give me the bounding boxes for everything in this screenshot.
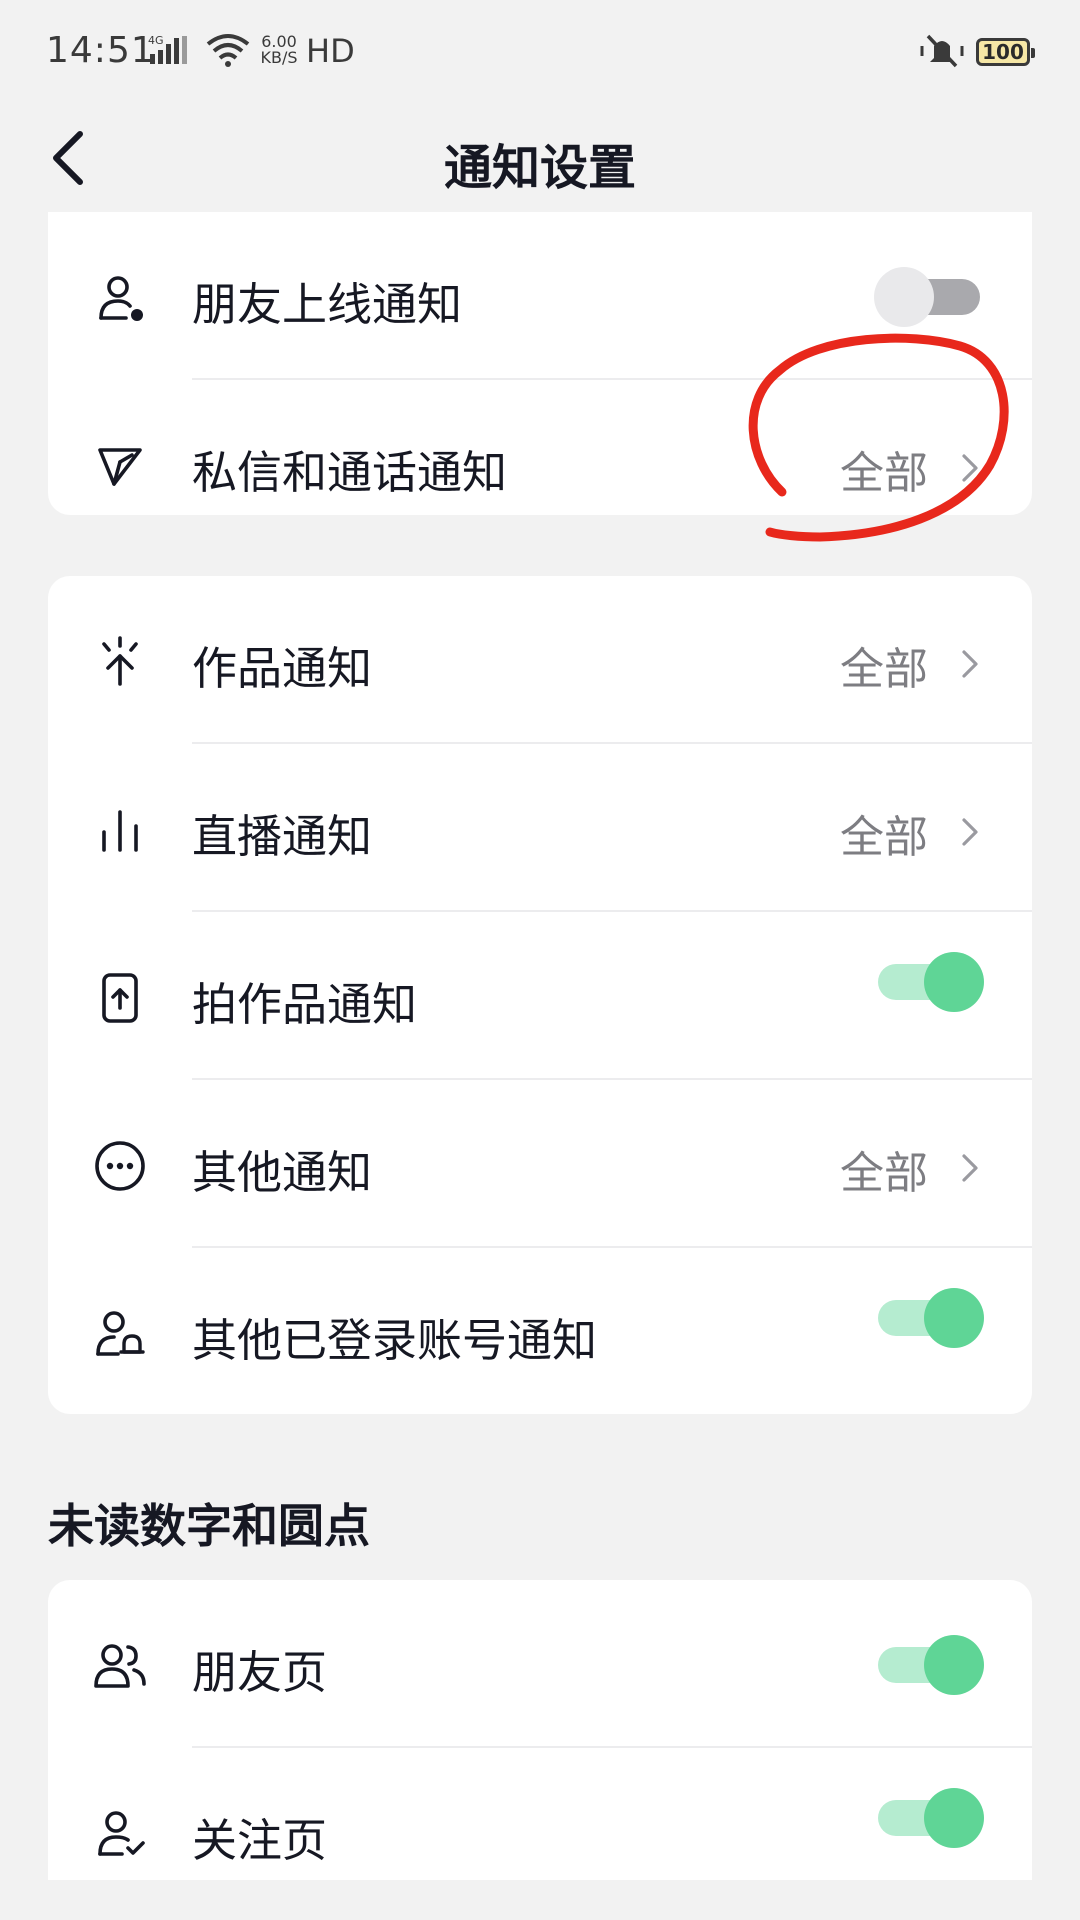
settings-card-notifications: 作品通知 全部 直播通知 全部 拍作品通知 其他通知 全部 其他已登录账号通知 bbox=[48, 576, 1032, 1414]
friends-icon bbox=[92, 1638, 148, 1694]
red-annotation-circle bbox=[748, 333, 1009, 542]
row-label: 其他通知 bbox=[192, 1146, 373, 1199]
status-bar: 14:51 4G 6.00 KB/S HD 100 bbox=[0, 0, 1080, 104]
user-check-icon bbox=[92, 1806, 148, 1862]
other-accounts-toggle[interactable] bbox=[874, 1288, 984, 1348]
status-time: 14:51 bbox=[46, 30, 155, 71]
row-label: 作品通知 bbox=[192, 642, 373, 695]
phone-upload-icon bbox=[92, 970, 148, 1026]
section-title-unread: 未读数字和圆点 bbox=[48, 1499, 370, 1553]
chevron-right-icon bbox=[958, 644, 982, 684]
signal-icon: 4G bbox=[148, 34, 192, 66]
row-other[interactable]: 其他通知 全部 bbox=[48, 1080, 1032, 1248]
row-label: 朋友上线通知 bbox=[192, 278, 463, 331]
row-label: 其他已登录账号通知 bbox=[192, 1314, 598, 1367]
chevron-right-icon bbox=[958, 812, 982, 852]
row-label: 拍作品通知 bbox=[192, 978, 418, 1031]
wifi-icon bbox=[204, 32, 252, 68]
battery-icon: 100 bbox=[976, 38, 1035, 66]
settings-card-unread: 朋友页 关注页 bbox=[48, 1580, 1032, 1880]
row-works[interactable]: 作品通知 全部 bbox=[48, 576, 1032, 744]
row-live[interactable]: 直播通知 全部 bbox=[48, 744, 1032, 912]
friend-online-toggle[interactable] bbox=[874, 267, 984, 327]
row-friends-page[interactable]: 朋友页 bbox=[48, 1580, 1032, 1748]
following-page-toggle[interactable] bbox=[874, 1788, 984, 1848]
row-label: 关注页 bbox=[192, 1814, 328, 1867]
row-value: 全部 bbox=[840, 1148, 928, 1199]
row-other-accounts[interactable]: 其他已登录账号通知 bbox=[48, 1248, 1032, 1416]
row-value: 全部 bbox=[840, 644, 928, 695]
shoot-works-toggle[interactable] bbox=[874, 952, 984, 1012]
hd-indicator: HD bbox=[306, 32, 355, 70]
network-speed: 6.00 KB/S bbox=[260, 32, 298, 67]
nav-bar: 通知设置 bbox=[0, 104, 1080, 224]
mute-vibrate-icon bbox=[918, 30, 966, 70]
row-following-page[interactable]: 关注页 bbox=[48, 1748, 1032, 1916]
more-circle-icon bbox=[92, 1138, 148, 1194]
user-bell-icon bbox=[92, 1306, 148, 1362]
friends-page-toggle[interactable] bbox=[874, 1635, 984, 1695]
chevron-right-icon bbox=[958, 1148, 982, 1188]
row-shoot-works[interactable]: 拍作品通知 bbox=[48, 912, 1032, 1080]
paper-plane-icon bbox=[92, 438, 148, 494]
row-label: 私信和通话通知 bbox=[192, 446, 508, 499]
sparkle-arrow-icon bbox=[92, 634, 148, 690]
row-label: 直播通知 bbox=[192, 810, 373, 863]
live-bars-icon bbox=[92, 802, 148, 858]
user-dot-icon bbox=[92, 270, 148, 326]
row-value: 全部 bbox=[840, 812, 928, 863]
row-label: 朋友页 bbox=[192, 1646, 328, 1699]
page-title: 通知设置 bbox=[443, 140, 636, 196]
svg-text:4G: 4G bbox=[148, 34, 164, 47]
